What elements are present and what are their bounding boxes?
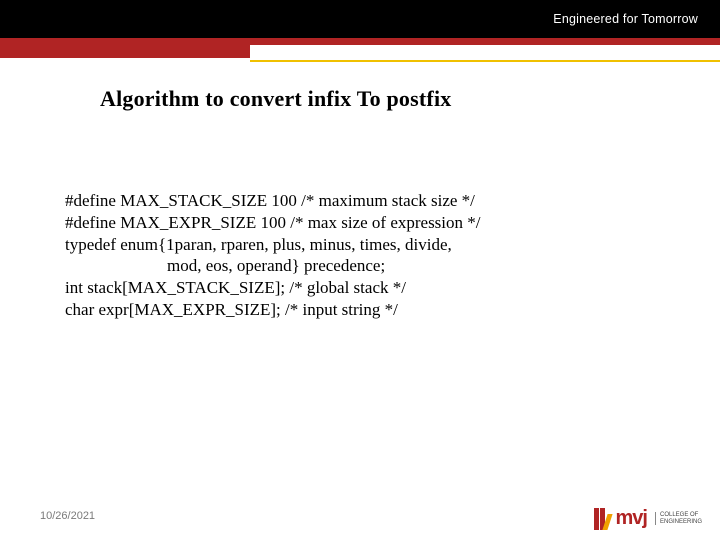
logo-sub-line: COLLEGE OF [660, 512, 698, 518]
footer-date: 10/26/2021 [40, 510, 95, 522]
header-yellow-line-cut [0, 58, 250, 64]
code-line: char expr[MAX_EXPR_SIZE]; /* input strin… [65, 299, 481, 321]
slide-title: Algorithm to convert infix To postfix [100, 86, 451, 112]
code-line: #define MAX_STACK_SIZE 100 /* maximum st… [65, 190, 481, 212]
code-line: #define MAX_EXPR_SIZE 100 /* max size of… [65, 212, 481, 234]
code-line: int stack[MAX_STACK_SIZE]; /* global sta… [65, 277, 481, 299]
code-line: mod, eos, operand} precedence; [65, 255, 481, 277]
header-red-tab [0, 38, 250, 58]
logo-sub-line: ENGINEERING [660, 519, 702, 525]
logo-mark-icon [594, 508, 610, 530]
logo-letters: mvj [616, 507, 647, 530]
code-block: #define MAX_STACK_SIZE 100 /* maximum st… [65, 190, 481, 321]
header-tagline: Engineered for Tomorrow [553, 12, 698, 26]
footer-logo: mvj COLLEGE OF ENGINEERING [594, 507, 702, 530]
logo-subtext: COLLEGE OF ENGINEERING [655, 512, 702, 525]
code-line: typedef enum{1paran, rparen, plus, minus… [65, 234, 481, 256]
